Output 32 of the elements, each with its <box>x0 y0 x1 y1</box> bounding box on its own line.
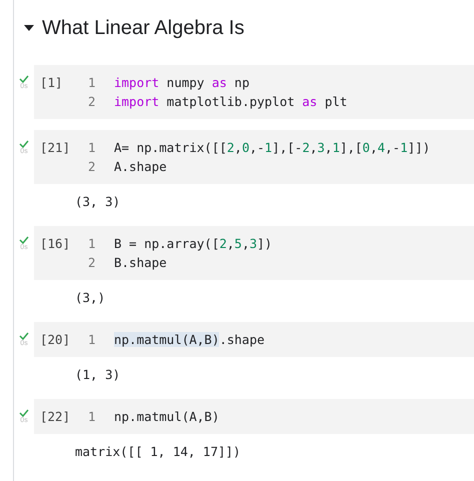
code-line: B = np.array([2,5,3]) <box>114 235 272 253</box>
execution-count: [1] <box>39 74 64 92</box>
code-cell[interactable]: [1] 1 import numpy as np 2 import matplotlib.pyplot as plt <box>34 65 474 119</box>
line-number: 1 <box>88 331 97 349</box>
execution-count: [16] <box>39 235 72 253</box>
code-cell[interactable]: [22] 1 np.matmul(A,B) <box>34 399 474 434</box>
code-line: np.matmul(A,B) <box>114 408 220 426</box>
code-line: import matplotlib.pyplot as plt <box>114 93 348 111</box>
line-number: 1 <box>88 139 97 157</box>
line-number: 2 <box>88 93 97 111</box>
code-line: B.shape <box>114 254 167 272</box>
execution-count: [22] <box>39 408 72 426</box>
cell-output: (3, 3) <box>75 194 120 209</box>
code-line: import numpy as np <box>114 74 250 92</box>
execution-count: [20] <box>39 331 72 349</box>
line-number: 1 <box>88 235 97 253</box>
line-number: 2 <box>88 254 97 272</box>
code-cell[interactable]: [16] 1 B = np.array([2,5,3]) 2 B.shape <box>34 226 474 280</box>
execution-count: [21] <box>39 139 72 157</box>
line-number: 2 <box>88 158 97 176</box>
cell-output: (3,) <box>75 290 106 305</box>
cell-output: (1, 3) <box>75 367 120 382</box>
code-cell[interactable]: [20] 1 np.matmul(A,B).shape <box>34 322 474 357</box>
cell-output: matrix([[ 1, 14, 17]]) <box>75 444 241 459</box>
caret-icon[interactable] <box>24 25 34 31</box>
code-line: A= np.matrix([[2,0,-1],[-2,3,1],[0,4,-1]]) <box>114 139 430 157</box>
code-cell[interactable]: [21] 1 A= np.matrix([[2,0,-1],[-2,3,1],[0,4,-1]]) 2 A.shape <box>34 130 474 184</box>
section-heading: What Linear Algebra Is <box>42 16 244 40</box>
code-line: A.shape <box>114 158 167 176</box>
code-line: np.matmul(A,B).shape <box>114 331 265 349</box>
line-number: 1 <box>88 74 97 92</box>
line-number: 1 <box>88 408 97 426</box>
